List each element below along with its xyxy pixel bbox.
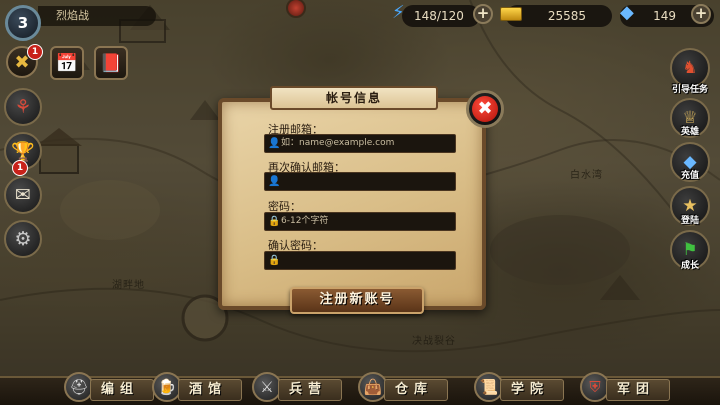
nav-legion[interactable]: ⛨ 军团 [580, 372, 671, 403]
settings-button[interactable]: ⚙ [4, 220, 42, 258]
close-button[interactable]: ✖ [466, 90, 504, 128]
nav-warehouse-label: 仓库 [384, 379, 449, 401]
login-reward-label: 登陆 [680, 216, 699, 226]
email-placeholder: 如：name@example.com [281, 138, 395, 148]
register-button[interactable]: 注册新账号 [290, 287, 424, 314]
trophy-icon: 🏆 [11, 140, 35, 163]
nav-formation-label: 编组 [90, 379, 155, 401]
mail-icon: ✉ [15, 184, 31, 206]
close-icon: ✖ [472, 96, 498, 122]
hero-label: 英雄 [680, 127, 699, 137]
nav-academy-label: 学院 [500, 379, 565, 401]
shield-icon: ⚘ [14, 96, 32, 118]
confirm-email-field[interactable]: 👤 [264, 172, 456, 191]
player-level-badge[interactable]: 3 [5, 5, 41, 41]
player-name[interactable]: 烈焰战 [38, 6, 156, 26]
nav-legion-label: 军团 [606, 379, 671, 401]
book-icon: 📕 [99, 52, 123, 74]
add-gems-button[interactable]: + [691, 4, 711, 24]
knight-icon: ♞ [682, 58, 698, 78]
lock-icon: 🔒 [268, 216, 281, 227]
gear-icon: ⚙ [14, 228, 32, 250]
shield-button[interactable]: ⚘ [4, 88, 42, 126]
mail-button[interactable]: ✉ [4, 176, 42, 214]
password-field[interactable]: 🔒 6-12个字符 [264, 212, 456, 231]
growth-label: 成长 [680, 261, 699, 271]
calendar-button[interactable]: 📅 [50, 46, 84, 80]
recharge-label: 充值 [680, 171, 699, 181]
calendar-icon: 📅 [55, 52, 79, 74]
nav-warehouse[interactable]: 👜 仓库 [358, 372, 449, 403]
account-info-dialog [218, 98, 486, 310]
energy-bar: 148/120 [402, 5, 480, 27]
gold-value: 25585 [547, 9, 586, 23]
add-energy-button[interactable]: + [473, 4, 493, 24]
user-icon: 👤 [268, 138, 281, 149]
energy-bolt-icon: ⚡ [392, 2, 405, 23]
guide-quest-label: 引导任务 [671, 85, 708, 95]
trophy-notification-badge: 1 [12, 160, 28, 176]
nav-tavern-label: 酒馆 [178, 379, 243, 401]
gem-icon: ◆ [620, 2, 634, 23]
nav-barracks[interactable]: ⚔ 兵营 [252, 372, 343, 403]
password-placeholder: 6-12个字符 [281, 216, 329, 226]
book-button[interactable]: 📕 [94, 46, 128, 80]
energy-value: 148/120 [414, 9, 464, 23]
user-icon: 👤 [268, 176, 281, 187]
growth-flag-icon: ⚑ [682, 240, 698, 260]
quest-notification-badge: 1 [27, 44, 43, 60]
dialog-title: 帐号信息 [270, 86, 438, 110]
lock-icon: 🔒 [268, 255, 281, 266]
confirm-password-field[interactable]: 🔒 [264, 251, 456, 270]
nav-formation[interactable]: ⛑ 编组 [64, 372, 155, 403]
gem-value: 149 [653, 9, 676, 23]
gold-bars-icon [500, 7, 522, 21]
email-field[interactable]: 👤 如：name@example.com [264, 134, 456, 153]
nav-tavern[interactable]: 🍺 酒馆 [152, 372, 243, 403]
nav-barracks-label: 兵营 [278, 379, 343, 401]
nav-academy[interactable]: 📜 学院 [474, 372, 565, 403]
